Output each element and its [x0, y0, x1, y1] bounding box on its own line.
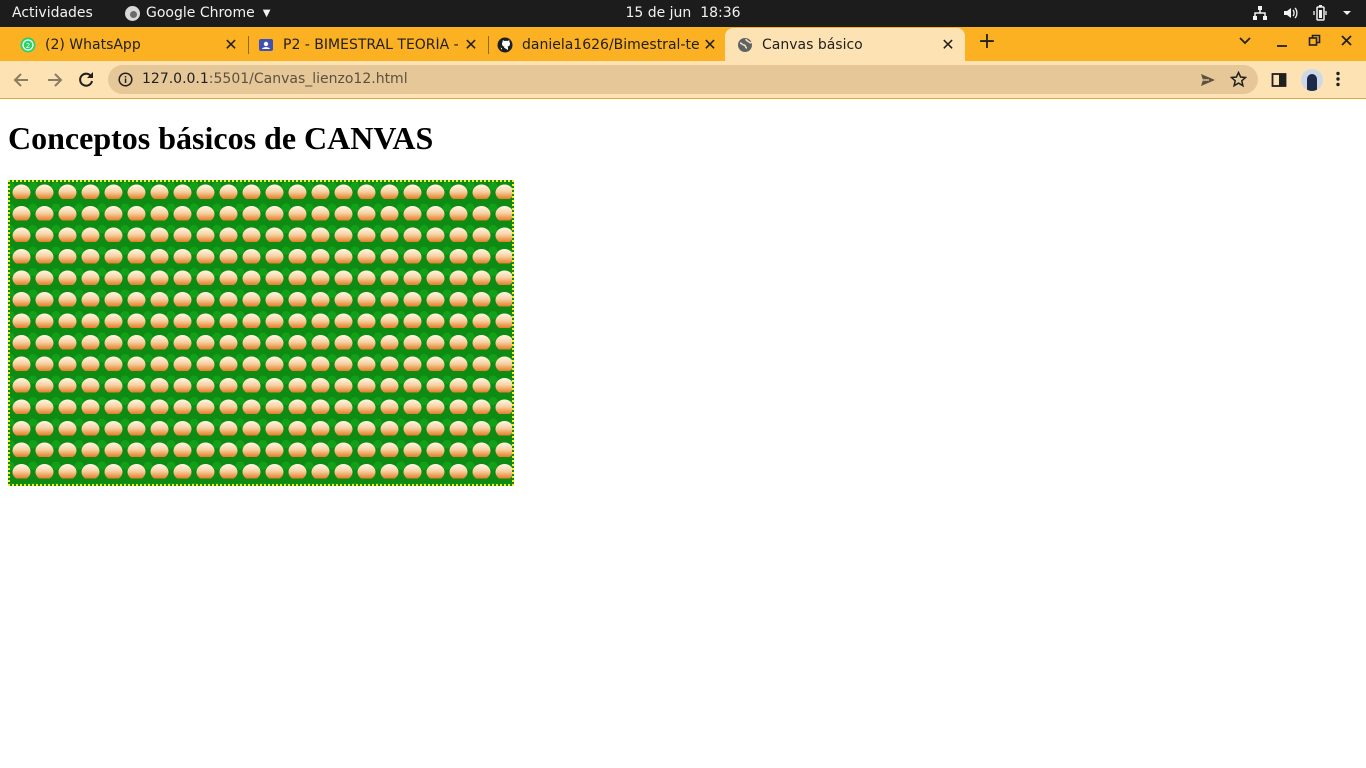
tab-title: daniela1626/Bimestral-te [522, 36, 700, 53]
canvas-element[interactable] [8, 180, 514, 486]
system-tray[interactable] [1252, 4, 1352, 22]
minimize-icon [1277, 45, 1287, 47]
tab-title: Canvas básico [762, 36, 863, 53]
back-icon[interactable] [12, 70, 32, 90]
url-host: 127.0.0.1 [142, 71, 209, 87]
activities-button[interactable]: Actividades [12, 5, 93, 21]
svg-text:2: 2 [26, 42, 30, 50]
page-heading: Conceptos básicos de CANVAS [8, 120, 434, 156]
tab-title: P2 - BIMESTRAL TEORÍA - ( [283, 36, 462, 53]
url-text[interactable]: 127.0.0.1:5501/Canvas_lienzo12.html [142, 71, 408, 87]
browser-toolbar: 127.0.0.1:5501/Canvas_lienzo12.html [0, 61, 1366, 99]
system-top-bar: Actividades Google Chrome ▼ 15 de jun 18… [0, 0, 1366, 27]
tab-strip: 2 (2) WhatsApp ✕ P2 - BIMESTRAL TEORÍA -… [0, 27, 1366, 61]
app-name: Google Chrome [146, 5, 255, 21]
github-icon [497, 37, 513, 52]
chevron-down-icon: ▼ [262, 7, 271, 19]
tab-title: (2) WhatsApp [45, 36, 141, 53]
globe-icon [738, 37, 753, 52]
app-menu[interactable]: Google Chrome ▼ [125, 5, 270, 21]
new-tab-button[interactable]: + [977, 31, 997, 53]
close-window-button[interactable] [1340, 34, 1353, 51]
tab-canvas-basico[interactable]: Canvas básico ✕ [725, 28, 965, 61]
canvas-pattern [10, 182, 512, 484]
chrome-icon [125, 5, 140, 21]
date-label[interactable]: 15 de jun [625, 5, 691, 21]
whatsapp-icon: 2 [20, 37, 36, 52]
classroom-icon [259, 38, 273, 51]
tab-search-button[interactable] [1238, 34, 1252, 52]
tab-github[interactable]: daniela1626/Bimestral-te ✕ [477, 28, 727, 61]
minimize-button[interactable] [1276, 34, 1288, 52]
bookmark-star-icon[interactable] [1230, 71, 1247, 88]
close-tab-icon[interactable]: ✕ [939, 35, 957, 54]
forward-icon[interactable] [44, 70, 64, 90]
close-tab-icon[interactable]: ✕ [701, 35, 719, 54]
url-path: :5501/Canvas_lienzo12.html [208, 71, 408, 87]
address-bar[interactable]: 127.0.0.1:5501/Canvas_lienzo12.html [108, 65, 1258, 94]
side-panel-icon[interactable] [1271, 72, 1287, 88]
tab-whatsapp[interactable]: 2 (2) WhatsApp ✕ [0, 28, 249, 61]
restore-icon [1308, 34, 1321, 46]
chevron-down-icon [1239, 37, 1251, 45]
profile-avatar[interactable] [1301, 69, 1323, 91]
pattern-fill [10, 182, 512, 484]
time-label[interactable]: 18:36 [700, 5, 740, 21]
network-icon [1253, 6, 1267, 20]
close-icon [1341, 35, 1352, 46]
send-tab-icon[interactable] [1200, 72, 1216, 88]
battery-icon [1313, 5, 1327, 21]
power-menu-icon [1343, 11, 1351, 15]
site-info-icon[interactable] [118, 72, 133, 87]
more-menu-icon[interactable] [1336, 71, 1340, 87]
tab-classroom[interactable]: P2 - BIMESTRAL TEORÍA - ( ✕ [238, 28, 489, 61]
reload-icon[interactable] [76, 70, 96, 90]
restore-button[interactable] [1308, 34, 1321, 51]
volume-icon [1284, 7, 1298, 19]
